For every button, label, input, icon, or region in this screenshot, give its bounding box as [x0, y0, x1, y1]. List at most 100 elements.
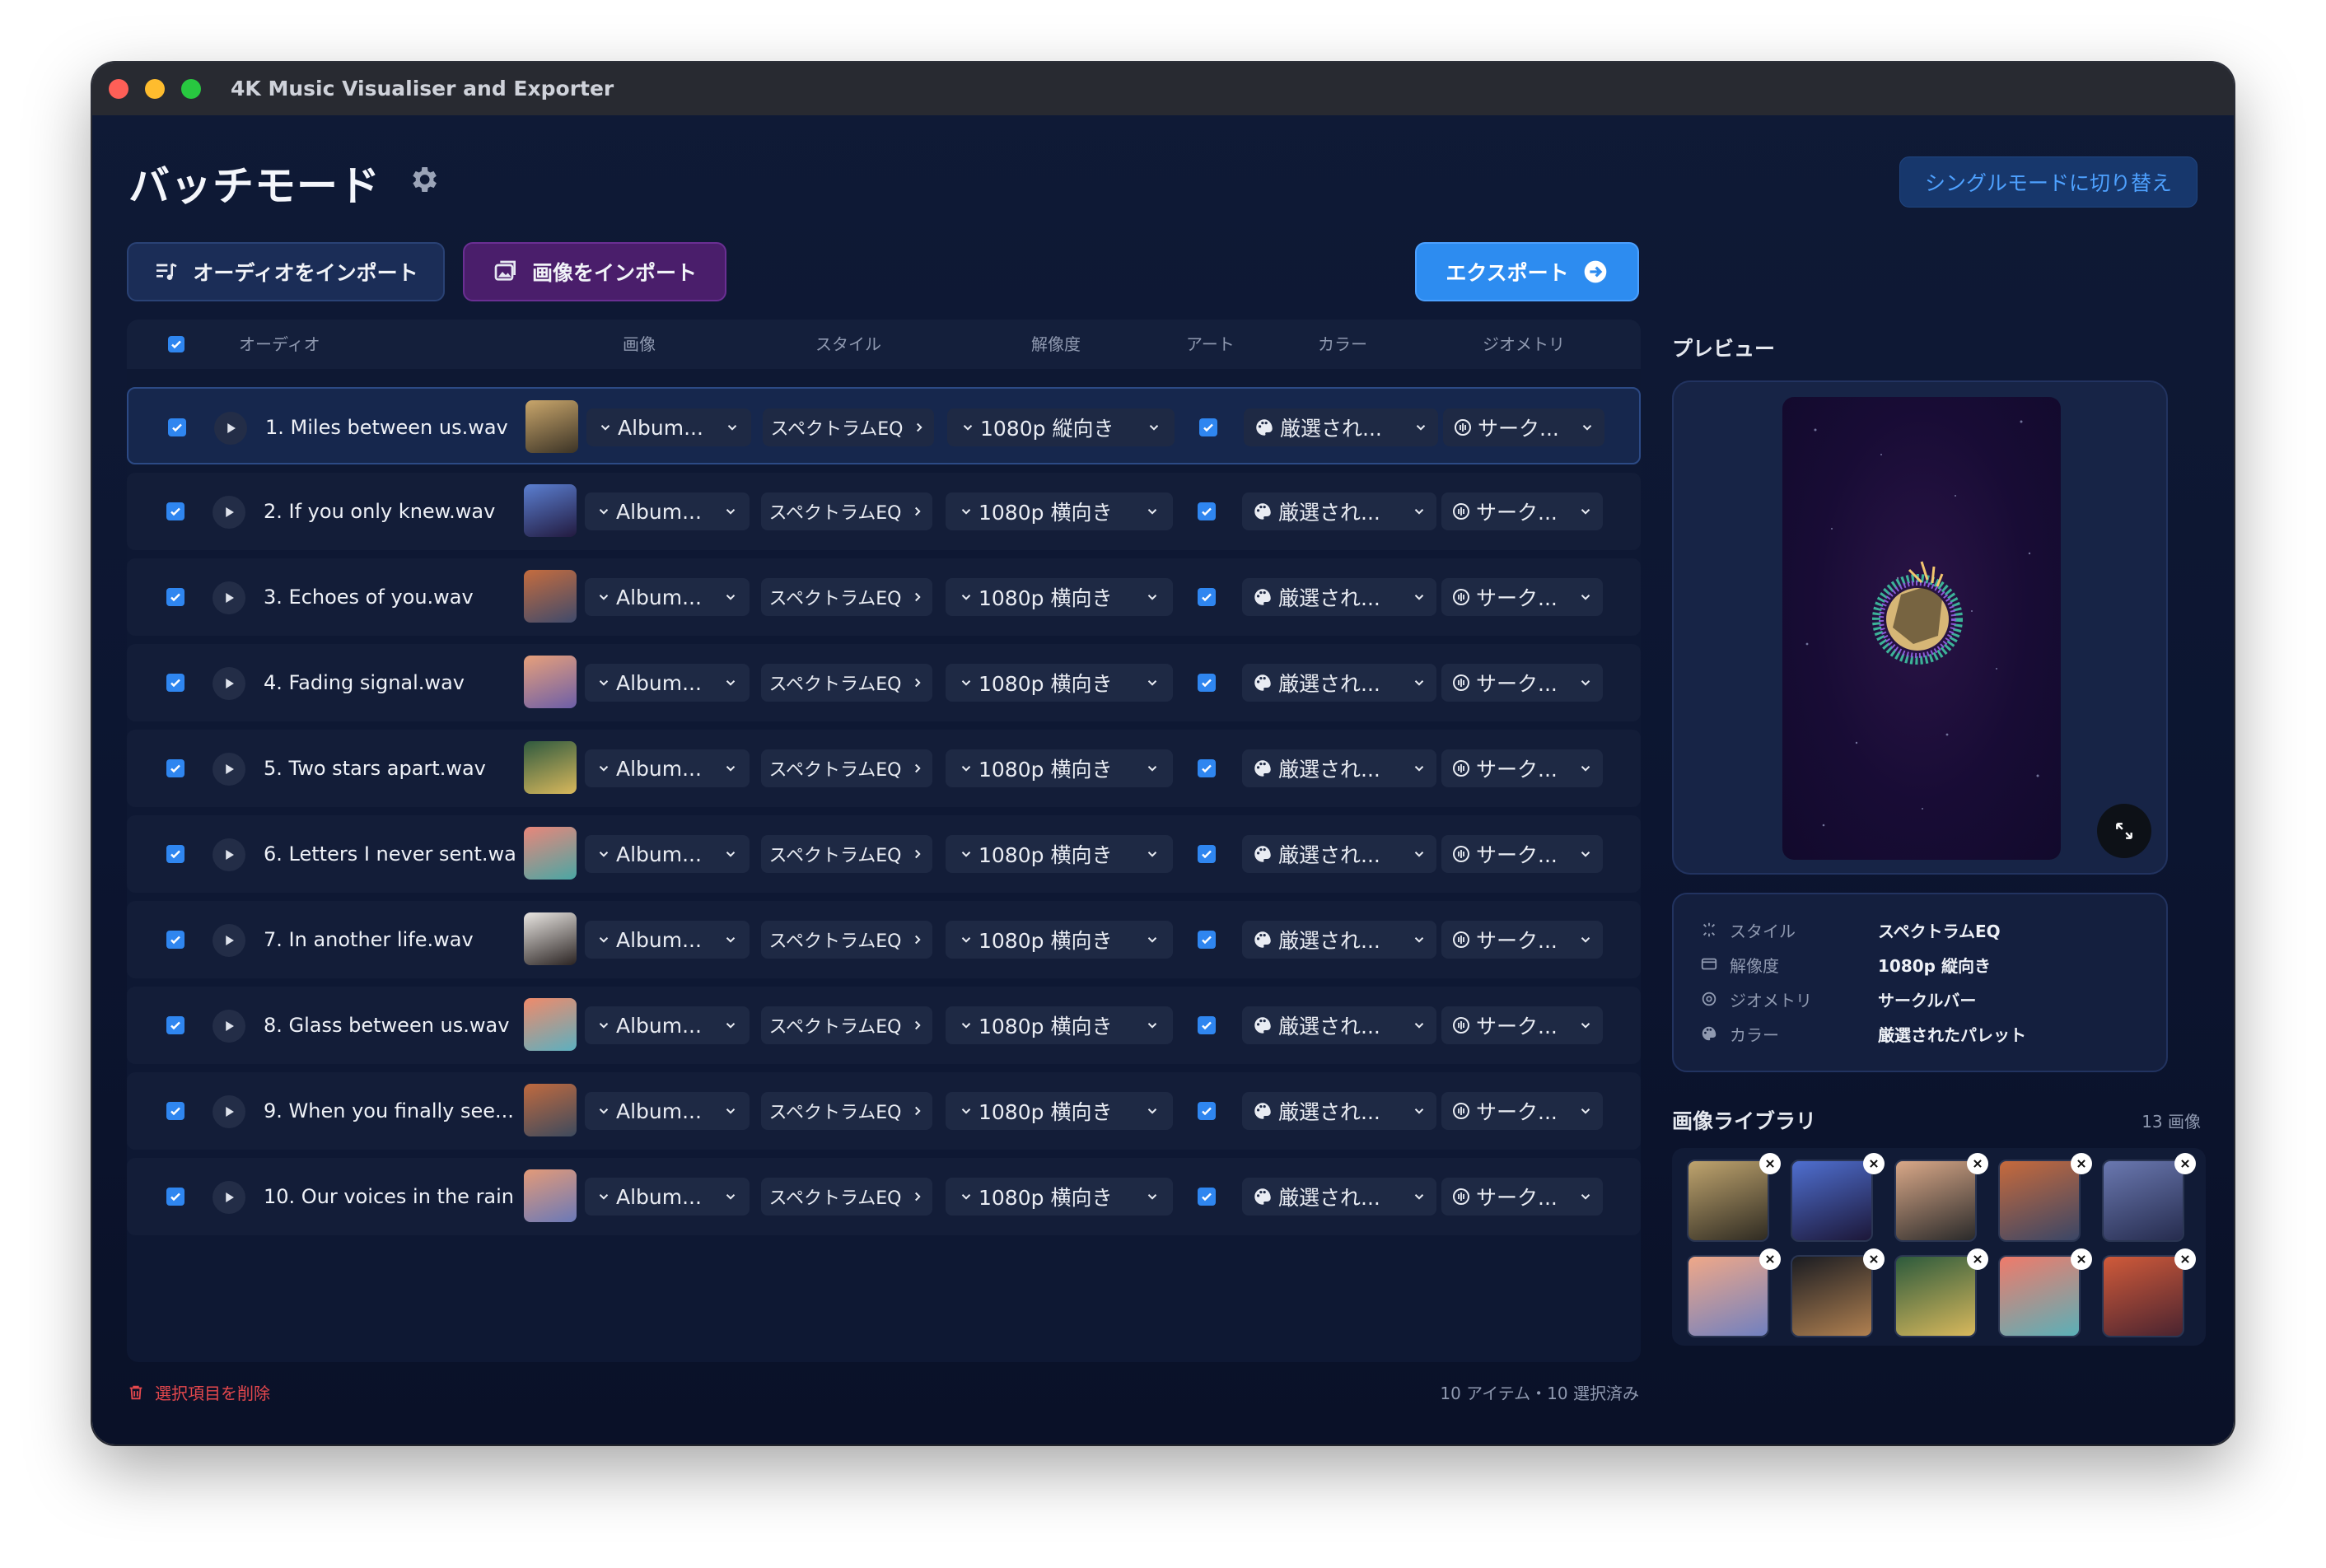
art-checkbox[interactable]	[1198, 1016, 1216, 1034]
color-select[interactable]: 厳選され...	[1242, 921, 1436, 959]
album-select[interactable]: Album...	[585, 578, 750, 616]
table-row[interactable]: 1. Miles between us.wav Album... スペクトラムE…	[127, 387, 1641, 464]
remove-image-button[interactable]	[1967, 1248, 1988, 1270]
row-select-checkbox[interactable]	[166, 1016, 184, 1034]
import-audio-button[interactable]: オーディオをインポート	[127, 242, 445, 301]
album-select[interactable]: Album...	[585, 921, 750, 959]
row-select-checkbox[interactable]	[168, 418, 186, 436]
image-thumbnail[interactable]	[524, 912, 577, 965]
switch-to-single-mode-button[interactable]: シングルモードに切り替え	[1899, 156, 2198, 208]
delete-selected-button[interactable]: 選択項目を削除	[127, 1380, 270, 1404]
resolution-select[interactable]: 1080p 横向き	[946, 835, 1173, 873]
art-checkbox[interactable]	[1198, 674, 1216, 692]
select-all-checkbox[interactable]	[168, 336, 184, 352]
album-select[interactable]: Album...	[585, 835, 750, 873]
style-select[interactable]: スペクトラムEQ	[761, 1006, 932, 1044]
image-thumbnail[interactable]	[525, 400, 578, 453]
color-select[interactable]: 厳選され...	[1242, 578, 1436, 616]
play-button[interactable]	[213, 924, 245, 957]
library-image[interactable]	[1894, 1160, 1977, 1242]
play-button[interactable]	[213, 581, 245, 614]
color-select[interactable]: 厳選され...	[1242, 664, 1436, 702]
play-button[interactable]	[213, 1010, 245, 1043]
table-row[interactable]: 4. Fading signal.wav Album... スペクトラムEQ 1…	[127, 644, 1641, 721]
image-thumbnail[interactable]	[524, 656, 577, 708]
style-select[interactable]: スペクトラムEQ	[761, 1092, 932, 1130]
geometry-select[interactable]: サーク...	[1441, 578, 1603, 616]
color-select[interactable]: 厳選され...	[1242, 835, 1436, 873]
album-select[interactable]: Album...	[585, 1006, 750, 1044]
image-thumbnail[interactable]	[524, 1084, 577, 1136]
style-select[interactable]: スペクトラムEQ	[761, 835, 932, 873]
geometry-select[interactable]: サーク...	[1441, 1092, 1603, 1130]
geometry-select[interactable]: サーク...	[1441, 835, 1603, 873]
style-select[interactable]: スペクトラムEQ	[761, 492, 932, 530]
remove-image-button[interactable]	[2071, 1248, 2092, 1270]
play-button[interactable]	[213, 838, 245, 871]
play-button[interactable]	[213, 753, 245, 786]
row-select-checkbox[interactable]	[166, 1188, 184, 1206]
style-select[interactable]: スペクトラムEQ	[761, 749, 932, 787]
art-checkbox[interactable]	[1198, 759, 1216, 777]
row-select-checkbox[interactable]	[166, 588, 184, 606]
library-image[interactable]	[1687, 1160, 1769, 1242]
table-row[interactable]: 6. Letters I never sent.wav Album... スペク…	[127, 815, 1641, 893]
geometry-select[interactable]: サーク...	[1441, 664, 1603, 702]
remove-image-button[interactable]	[2071, 1153, 2092, 1174]
zoom-window-button[interactable]	[181, 79, 201, 99]
row-select-checkbox[interactable]	[166, 759, 184, 777]
table-row[interactable]: 7. In another life.wav Album... スペクトラムEQ…	[127, 901, 1641, 978]
import-image-button[interactable]: 画像をインポート	[463, 242, 726, 301]
library-image[interactable]	[2102, 1160, 2184, 1242]
table-row[interactable]: 8. Glass between us.wav Album... スペクトラムE…	[127, 987, 1641, 1064]
row-select-checkbox[interactable]	[166, 931, 184, 949]
album-select[interactable]: Album...	[586, 408, 751, 446]
geometry-select[interactable]: サーク...	[1441, 1178, 1603, 1216]
style-select[interactable]: スペクトラムEQ	[761, 578, 932, 616]
album-select[interactable]: Album...	[585, 1092, 750, 1130]
remove-image-button[interactable]	[1759, 1248, 1781, 1270]
table-row[interactable]: 2. If you only knew.wav Album... スペクトラムE…	[127, 473, 1641, 550]
image-thumbnail[interactable]	[524, 998, 577, 1051]
remove-image-button[interactable]	[2174, 1153, 2196, 1174]
table-row[interactable]: 9. When you finally see... Album... スペクト…	[127, 1072, 1641, 1150]
play-button[interactable]	[213, 667, 245, 700]
resolution-select[interactable]: 1080p 横向き	[946, 749, 1173, 787]
art-checkbox[interactable]	[1198, 1102, 1216, 1120]
resolution-select[interactable]: 1080p 縦向き	[947, 408, 1175, 446]
play-button[interactable]	[214, 412, 247, 445]
art-checkbox[interactable]	[1198, 502, 1216, 520]
image-thumbnail[interactable]	[524, 484, 577, 537]
resolution-select[interactable]: 1080p 横向き	[946, 1092, 1173, 1130]
library-image[interactable]	[1687, 1255, 1769, 1337]
art-checkbox[interactable]	[1198, 931, 1216, 949]
geometry-select[interactable]: サーク...	[1441, 749, 1603, 787]
art-checkbox[interactable]	[1198, 845, 1216, 863]
resolution-select[interactable]: 1080p 横向き	[946, 578, 1173, 616]
resolution-select[interactable]: 1080p 横向き	[946, 492, 1173, 530]
library-image[interactable]	[1791, 1255, 1873, 1337]
library-image[interactable]	[1791, 1160, 1873, 1242]
image-thumbnail[interactable]	[524, 570, 577, 623]
style-select[interactable]: スペクトラムEQ	[763, 408, 934, 446]
resolution-select[interactable]: 1080p 横向き	[946, 1006, 1173, 1044]
remove-image-button[interactable]	[1863, 1153, 1885, 1174]
library-image[interactable]	[1894, 1255, 1977, 1337]
row-select-checkbox[interactable]	[166, 845, 184, 863]
table-row[interactable]: 10. Our voices in the rain... Album... ス…	[127, 1158, 1641, 1235]
art-checkbox[interactable]	[1198, 1188, 1216, 1206]
color-select[interactable]: 厳選され...	[1244, 408, 1438, 446]
close-window-button[interactable]	[109, 79, 128, 99]
style-select[interactable]: スペクトラムEQ	[761, 921, 932, 959]
play-button[interactable]	[213, 1181, 245, 1214]
geometry-select[interactable]: サーク...	[1441, 921, 1603, 959]
album-select[interactable]: Album...	[585, 664, 750, 702]
image-thumbnail[interactable]	[524, 741, 577, 794]
image-thumbnail[interactable]	[524, 1169, 577, 1222]
resolution-select[interactable]: 1080p 横向き	[946, 664, 1173, 702]
remove-image-button[interactable]	[1759, 1153, 1781, 1174]
export-button[interactable]: エクスポート	[1415, 242, 1639, 301]
style-select[interactable]: スペクトラムEQ	[761, 664, 932, 702]
color-select[interactable]: 厳選され...	[1242, 1178, 1436, 1216]
remove-image-button[interactable]	[1967, 1153, 1988, 1174]
